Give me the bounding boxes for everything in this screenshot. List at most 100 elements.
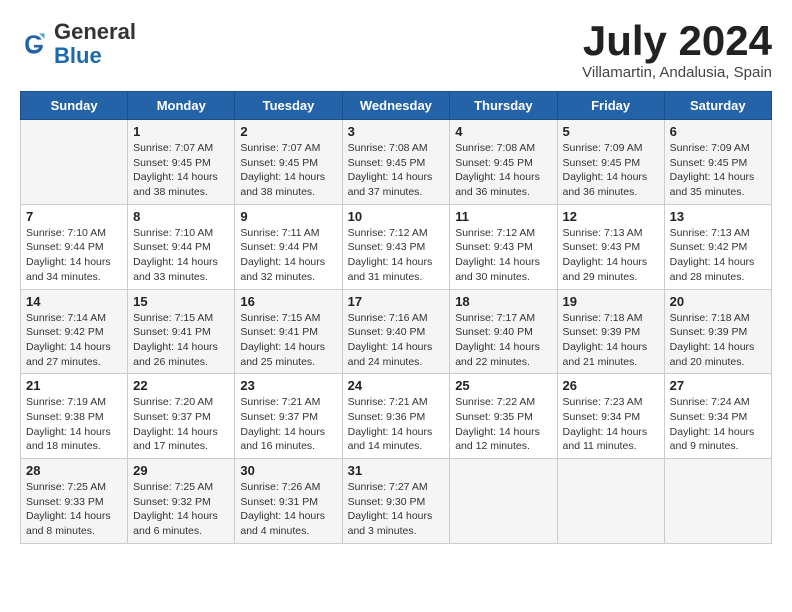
day-info: Sunrise: 7:25 AM Sunset: 9:32 PM Dayligh… <box>133 480 229 539</box>
day-info: Sunrise: 7:08 AM Sunset: 9:45 PM Dayligh… <box>455 141 551 200</box>
calendar-cell: 10 Sunrise: 7:12 AM Sunset: 9:43 PM Dayli… <box>342 204 450 289</box>
header: General Blue July 2024 Villamartin, Anda… <box>20 20 772 81</box>
calendar-cell: 12 Sunrise: 7:13 AM Sunset: 9:43 PM Dayli… <box>557 204 664 289</box>
day-info: Sunrise: 7:24 AM Sunset: 9:34 PM Dayligh… <box>670 395 766 454</box>
calendar-cell: 27 Sunrise: 7:24 AM Sunset: 9:34 PM Dayli… <box>664 374 771 459</box>
day-info: Sunrise: 7:10 AM Sunset: 9:44 PM Dayligh… <box>26 226 122 285</box>
day-number: 21 <box>26 378 122 393</box>
day-number: 19 <box>563 294 659 309</box>
title-area: July 2024 Villamartin, Andalusia, Spain <box>582 20 772 81</box>
calendar-cell: 11 Sunrise: 7:12 AM Sunset: 9:43 PM Dayli… <box>450 204 557 289</box>
day-number: 4 <box>455 124 551 139</box>
day-number: 30 <box>240 463 336 478</box>
day-info: Sunrise: 7:20 AM Sunset: 9:37 PM Dayligh… <box>133 395 229 454</box>
calendar-cell: 15 Sunrise: 7:15 AM Sunset: 9:41 PM Dayli… <box>128 289 235 374</box>
calendar-cell: 21 Sunrise: 7:19 AM Sunset: 9:38 PM Dayli… <box>21 374 128 459</box>
day-number: 12 <box>563 209 659 224</box>
calendar-cell: 2 Sunrise: 7:07 AM Sunset: 9:45 PM Daylig… <box>235 120 342 205</box>
day-info: Sunrise: 7:13 AM Sunset: 9:43 PM Dayligh… <box>563 226 659 285</box>
day-number: 1 <box>133 124 229 139</box>
calendar-cell: 24 Sunrise: 7:21 AM Sunset: 9:36 PM Dayli… <box>342 374 450 459</box>
day-header-tuesday: Tuesday <box>235 92 342 120</box>
calendar-cell: 14 Sunrise: 7:14 AM Sunset: 9:42 PM Dayli… <box>21 289 128 374</box>
calendar-cell: 31 Sunrise: 7:27 AM Sunset: 9:30 PM Dayli… <box>342 459 450 544</box>
calendar-cell <box>21 120 128 205</box>
calendar-cell: 20 Sunrise: 7:18 AM Sunset: 9:39 PM Dayli… <box>664 289 771 374</box>
day-number: 6 <box>670 124 766 139</box>
day-info: Sunrise: 7:13 AM Sunset: 9:42 PM Dayligh… <box>670 226 766 285</box>
day-number: 14 <box>26 294 122 309</box>
day-header-sunday: Sunday <box>21 92 128 120</box>
day-number: 22 <box>133 378 229 393</box>
day-info: Sunrise: 7:21 AM Sunset: 9:36 PM Dayligh… <box>348 395 445 454</box>
day-number: 31 <box>348 463 445 478</box>
day-info: Sunrise: 7:22 AM Sunset: 9:35 PM Dayligh… <box>455 395 551 454</box>
day-number: 3 <box>348 124 445 139</box>
day-number: 26 <box>563 378 659 393</box>
logo-text: General Blue <box>54 20 136 68</box>
day-info: Sunrise: 7:07 AM Sunset: 9:45 PM Dayligh… <box>240 141 336 200</box>
day-info: Sunrise: 7:07 AM Sunset: 9:45 PM Dayligh… <box>133 141 229 200</box>
calendar-cell: 17Sunrise: 7:16 AM Sunset: 9:40 PM Dayli… <box>342 289 450 374</box>
day-info: Sunrise: 7:10 AM Sunset: 9:44 PM Dayligh… <box>133 226 229 285</box>
day-header-saturday: Saturday <box>664 92 771 120</box>
week-row-2: 7Sunrise: 7:10 AM Sunset: 9:44 PM Daylig… <box>21 204 772 289</box>
day-number: 25 <box>455 378 551 393</box>
day-number: 23 <box>240 378 336 393</box>
day-info: Sunrise: 7:11 AM Sunset: 9:44 PM Dayligh… <box>240 226 336 285</box>
week-row-4: 21 Sunrise: 7:19 AM Sunset: 9:38 PM Dayli… <box>21 374 772 459</box>
day-info: Sunrise: 7:25 AM Sunset: 9:33 PM Dayligh… <box>26 480 122 539</box>
day-number: 13 <box>670 209 766 224</box>
calendar-table: SundayMondayTuesdayWednesdayThursdayFrid… <box>20 91 772 544</box>
day-info: Sunrise: 7:18 AM Sunset: 9:39 PM Dayligh… <box>670 311 766 370</box>
day-info: Sunrise: 7:26 AM Sunset: 9:31 PM Dayligh… <box>240 480 336 539</box>
calendar-cell: 22 Sunrise: 7:20 AM Sunset: 9:37 PM Dayli… <box>128 374 235 459</box>
logo: General Blue <box>20 20 136 68</box>
day-number: 24 <box>348 378 445 393</box>
calendar-cell: 4 Sunrise: 7:08 AM Sunset: 9:45 PM Daylig… <box>450 120 557 205</box>
day-info: Sunrise: 7:12 AM Sunset: 9:43 PM Dayligh… <box>455 226 551 285</box>
calendar-cell <box>557 459 664 544</box>
day-info: Sunrise: 7:08 AM Sunset: 9:45 PM Dayligh… <box>348 141 445 200</box>
day-info: Sunrise: 7:09 AM Sunset: 9:45 PM Dayligh… <box>670 141 766 200</box>
day-info: Sunrise: 7:14 AM Sunset: 9:42 PM Dayligh… <box>26 311 122 370</box>
day-number: 28 <box>26 463 122 478</box>
day-header-friday: Friday <box>557 92 664 120</box>
day-info: Sunrise: 7:27 AM Sunset: 9:30 PM Dayligh… <box>348 480 445 539</box>
day-number: 11 <box>455 209 551 224</box>
day-number: 27 <box>670 378 766 393</box>
day-number: 5 <box>563 124 659 139</box>
calendar-cell: 28 Sunrise: 7:25 AM Sunset: 9:33 PM Dayli… <box>21 459 128 544</box>
day-number: 2 <box>240 124 336 139</box>
location: Villamartin, Andalusia, Spain <box>582 64 772 81</box>
calendar-cell: 5 Sunrise: 7:09 AM Sunset: 9:45 PM Daylig… <box>557 120 664 205</box>
day-number: 9 <box>240 209 336 224</box>
calendar-cell <box>450 459 557 544</box>
day-number: 20 <box>670 294 766 309</box>
day-info: Sunrise: 7:12 AM Sunset: 9:43 PM Dayligh… <box>348 226 445 285</box>
day-number: 15 <box>133 294 229 309</box>
calendar-cell: 30 Sunrise: 7:26 AM Sunset: 9:31 PM Dayli… <box>235 459 342 544</box>
day-info: Sunrise: 7:15 AM Sunset: 9:41 PM Dayligh… <box>133 311 229 370</box>
logo-icon <box>20 30 48 58</box>
day-info: Sunrise: 7:09 AM Sunset: 9:45 PM Dayligh… <box>563 141 659 200</box>
calendar-cell: 6 Sunrise: 7:09 AM Sunset: 9:45 PM Daylig… <box>664 120 771 205</box>
day-number: 18 <box>455 294 551 309</box>
day-number: 10 <box>348 209 445 224</box>
calendar-cell: 26Sunrise: 7:23 AM Sunset: 9:34 PM Dayli… <box>557 374 664 459</box>
day-number: 29 <box>133 463 229 478</box>
calendar-cell <box>664 459 771 544</box>
day-info: Sunrise: 7:17 AM Sunset: 9:40 PM Dayligh… <box>455 311 551 370</box>
calendar-cell: 3 Sunrise: 7:08 AM Sunset: 9:45 PM Daylig… <box>342 120 450 205</box>
day-number: 16 <box>240 294 336 309</box>
calendar-cell: 25 Sunrise: 7:22 AM Sunset: 9:35 PM Dayli… <box>450 374 557 459</box>
calendar-cell: 16Sunrise: 7:15 AM Sunset: 9:41 PM Dayli… <box>235 289 342 374</box>
day-header-wednesday: Wednesday <box>342 92 450 120</box>
calendar-cell: 7Sunrise: 7:10 AM Sunset: 9:44 PM Daylig… <box>21 204 128 289</box>
day-header-thursday: Thursday <box>450 92 557 120</box>
day-header-monday: Monday <box>128 92 235 120</box>
day-number: 8 <box>133 209 229 224</box>
calendar-cell: 1 Sunrise: 7:07 AM Sunset: 9:45 PM Daylig… <box>128 120 235 205</box>
day-info: Sunrise: 7:16 AM Sunset: 9:40 PM Dayligh… <box>348 311 445 370</box>
day-info: Sunrise: 7:19 AM Sunset: 9:38 PM Dayligh… <box>26 395 122 454</box>
